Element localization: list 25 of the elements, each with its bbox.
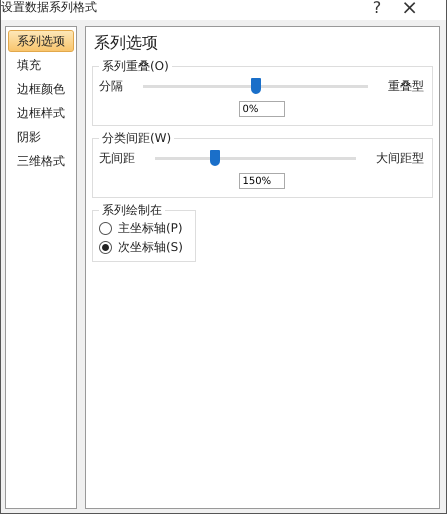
slider-thumb[interactable] xyxy=(250,78,260,94)
help-button[interactable]: ? xyxy=(362,0,392,16)
sidebar-item[interactable]: 边框颜色 xyxy=(8,78,74,100)
radio-button[interactable] xyxy=(99,241,112,254)
sidebar-item[interactable]: 系列选项 xyxy=(8,30,74,52)
radio-button[interactable] xyxy=(99,222,112,235)
close-button[interactable]: × xyxy=(391,0,428,19)
group-label: 系列绘制在 xyxy=(101,202,163,219)
value-field[interactable]: 150% xyxy=(238,173,284,189)
radio-label: 次坐标轴(S) xyxy=(118,239,183,256)
value-field[interactable]: 0% xyxy=(238,101,284,117)
max-label: 大间距型 xyxy=(376,150,424,166)
panel-title: 系列选项 xyxy=(94,33,159,54)
min-label: 分隔 xyxy=(99,78,123,94)
window-title: 设置数据系列格式 xyxy=(1,0,98,16)
sidebar-item[interactable]: 填充 xyxy=(8,54,74,76)
group-label: 分类间距(W) xyxy=(101,130,172,147)
group-label: 系列重叠(O) xyxy=(101,58,170,75)
slider-thumb[interactable] xyxy=(210,150,220,166)
radio-label: 主坐标轴(P) xyxy=(118,220,183,237)
sidebar-item[interactable]: 边框样式 xyxy=(8,102,74,124)
sidebar-item[interactable]: 三维格式 xyxy=(8,150,74,172)
min-label: 无间距 xyxy=(99,150,135,166)
sidebar-item[interactable]: 阴影 xyxy=(8,126,74,148)
max-label: 重叠型 xyxy=(388,78,424,94)
